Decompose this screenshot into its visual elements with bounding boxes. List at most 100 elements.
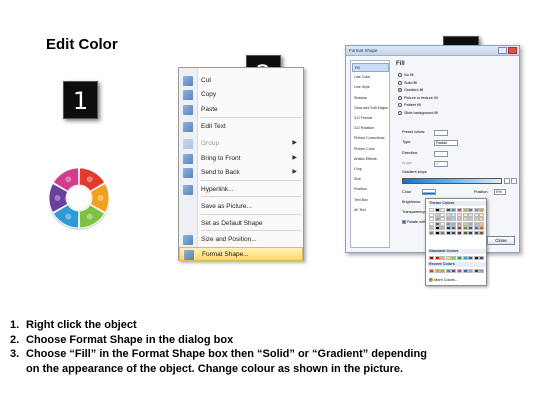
position-input[interactable]: 0% (494, 189, 506, 195)
color-swatch[interactable] (445, 230, 451, 235)
color-swatch[interactable] (440, 256, 446, 260)
color-swatch[interactable] (440, 269, 446, 273)
type-dropdown[interactable]: Radial (434, 140, 458, 146)
color-swatch[interactable] (468, 230, 474, 235)
color-swatch[interactable] (451, 226, 457, 231)
menu-item-send-to-back[interactable]: Send to Back ▶ (179, 166, 303, 180)
nav-item-fill[interactable]: Fill (352, 63, 389, 72)
more-colors-link[interactable]: More Colors... (429, 278, 458, 282)
nav-item-alt-text[interactable]: Alt Text (352, 206, 389, 215)
color-swatch[interactable] (473, 217, 479, 222)
rotate-checkbox[interactable] (402, 220, 406, 224)
menu-item-cut[interactable]: Cut (179, 74, 303, 88)
color-swatch[interactable] (451, 221, 457, 226)
radio-button[interactable] (398, 72, 402, 77)
color-swatch[interactable] (445, 269, 451, 273)
nav-item-line-style[interactable]: Line Style (352, 83, 389, 92)
close-button[interactable]: Close (487, 236, 515, 245)
color-swatch[interactable] (462, 212, 468, 217)
menu-item-hyperlink[interactable]: Hyperlink... (179, 183, 303, 197)
help-icon[interactable] (498, 47, 507, 54)
color-swatch[interactable] (429, 212, 434, 217)
color-swatch[interactable] (429, 208, 434, 212)
color-swatch[interactable] (440, 226, 446, 231)
color-swatch[interactable] (473, 208, 479, 212)
color-swatch[interactable] (434, 230, 440, 235)
gradient-stops-bar[interactable] (402, 178, 502, 184)
menu-item-paste[interactable]: Paste (179, 103, 303, 117)
add-stop-icon[interactable] (504, 178, 510, 184)
color-swatch[interactable] (451, 217, 457, 222)
fill-option-pattern-fill[interactable]: Pattern fill (398, 102, 421, 108)
nav-item-3-d-format[interactable]: 3-D Format (352, 114, 389, 123)
color-swatch[interactable] (445, 221, 451, 226)
nav-item-glow-and-soft-edges[interactable]: Glow and Soft Edges (352, 104, 389, 113)
color-swatch[interactable] (473, 269, 479, 273)
color-swatch[interactable] (456, 230, 462, 235)
menu-item-bring-to-front[interactable]: Bring to Front ▶ (179, 152, 303, 166)
color-swatch[interactable] (479, 256, 485, 260)
color-swatch[interactable] (468, 212, 474, 217)
color-swatch[interactable] (456, 226, 462, 231)
color-swatch[interactable] (434, 269, 440, 273)
menu-item-copy[interactable]: Copy (179, 88, 303, 102)
fill-option-solid-fill[interactable]: Solid fill (398, 80, 417, 86)
nav-item-text-box[interactable]: Text Box (352, 196, 389, 205)
color-swatch[interactable] (462, 256, 468, 260)
color-swatch[interactable] (462, 230, 468, 235)
color-swatch[interactable] (445, 226, 451, 231)
color-swatch[interactable] (440, 208, 446, 212)
color-swatch[interactable] (456, 256, 462, 260)
nav-item-crop[interactable]: Crop (352, 165, 389, 174)
color-swatch[interactable] (440, 221, 446, 226)
fill-option-picture-or-texture-fill[interactable]: Picture or texture fill (398, 95, 438, 101)
color-swatch[interactable] (445, 217, 451, 222)
color-swatch[interactable] (456, 212, 462, 217)
donut-puzzle-shape[interactable] (44, 165, 114, 235)
close-icon[interactable] (508, 47, 517, 54)
color-swatch[interactable] (479, 217, 485, 222)
color-swatch[interactable] (468, 226, 474, 231)
color-swatch[interactable] (456, 217, 462, 222)
nav-item-shadow[interactable]: Shadow (352, 94, 389, 103)
color-swatch[interactable] (462, 208, 468, 212)
color-swatch[interactable] (479, 221, 485, 226)
menu-item-group[interactable]: Group ▶ (179, 137, 303, 151)
color-swatch[interactable] (451, 208, 457, 212)
radio-button[interactable] (398, 103, 402, 108)
color-swatch[interactable] (456, 208, 462, 212)
radio-button[interactable] (398, 110, 402, 115)
color-swatch[interactable] (429, 256, 434, 260)
color-swatch[interactable] (479, 208, 485, 212)
direction-dropdown[interactable] (434, 151, 448, 157)
color-swatch[interactable] (468, 217, 474, 222)
color-swatch[interactable] (440, 230, 446, 235)
preset-colors-dropdown[interactable] (434, 130, 448, 136)
color-swatch[interactable] (445, 208, 451, 212)
color-swatch[interactable] (479, 230, 485, 235)
color-swatch[interactable] (479, 212, 485, 217)
color-swatch[interactable] (429, 230, 434, 235)
color-swatch[interactable] (479, 226, 485, 231)
color-swatch[interactable] (429, 269, 434, 273)
angle-input[interactable]: 0° (434, 161, 448, 167)
color-swatch[interactable] (440, 212, 446, 217)
color-swatch[interactable] (434, 221, 440, 226)
nav-item-picture-corrections[interactable]: Picture Corrections (352, 134, 389, 143)
color-swatch[interactable] (434, 256, 440, 260)
menu-item-edit-text[interactable]: Edit Text (179, 120, 303, 134)
color-swatch[interactable] (473, 221, 479, 226)
menu-item-save-as-picture[interactable]: Save as Picture... (179, 200, 303, 214)
color-swatch[interactable] (462, 217, 468, 222)
color-swatch[interactable] (434, 212, 440, 217)
color-swatch[interactable] (462, 269, 468, 273)
fill-option-slide-background-fill[interactable]: Slide background fill (398, 110, 438, 116)
color-swatch[interactable] (434, 208, 440, 212)
radio-button[interactable] (398, 88, 402, 93)
color-swatch[interactable] (451, 230, 457, 235)
color-swatch[interactable] (456, 221, 462, 226)
nav-item-artistic-effects[interactable]: Artistic Effects (352, 155, 389, 164)
color-swatch[interactable] (473, 212, 479, 217)
nav-item-3-d-rotation[interactable]: 3-D Rotation (352, 124, 389, 133)
nav-item-size[interactable]: Size (352, 175, 389, 184)
